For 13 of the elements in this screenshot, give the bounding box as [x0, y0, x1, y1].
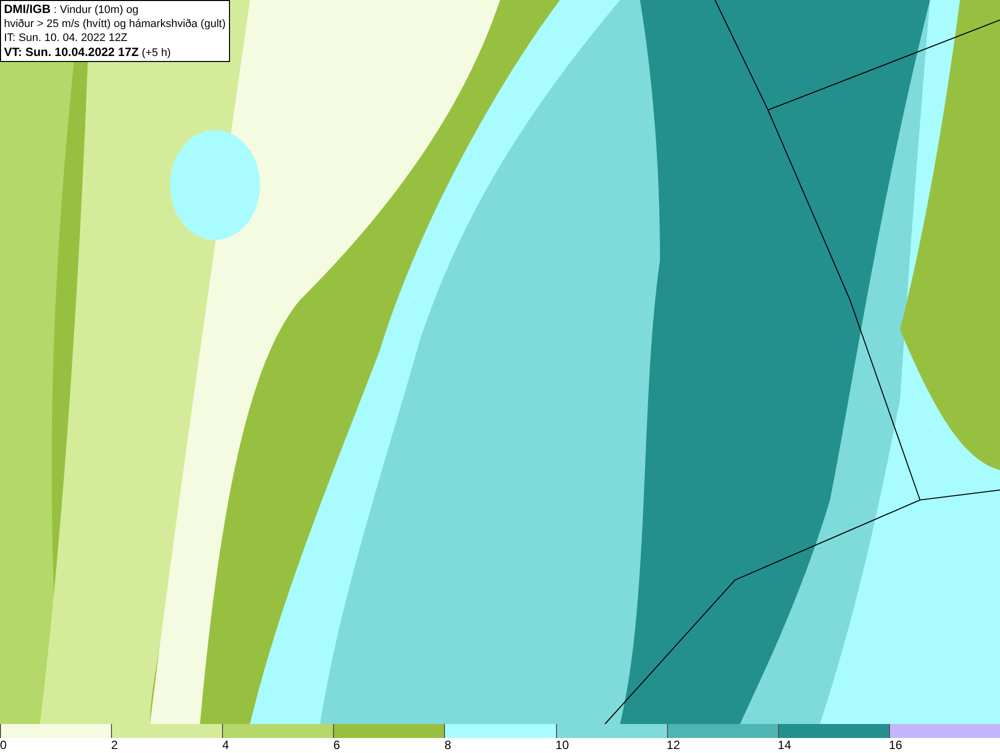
- caption-line: IT: Sun. 10. 04. 2022 12Z: [4, 31, 129, 45]
- legend-label: 4: [222, 738, 229, 753]
- caption-line: DMI/IGB : Vindur (10m) og: [4, 2, 140, 17]
- caption-line: hviður > 25 m/s (hvítt) og hámarkshviða (gult): [4, 17, 226, 31]
- caption-line: VT: Sun. 10.04.2022 17Z (+5 h): [4, 45, 172, 60]
- legend-label: 14: [778, 738, 792, 753]
- legend-label: 10: [556, 738, 569, 753]
- legend-label: 2: [111, 738, 118, 753]
- legend-label: 0: [0, 738, 7, 753]
- legend-label: 6: [333, 738, 340, 753]
- legend-label: 16: [888, 738, 902, 753]
- legend-label: 12: [666, 738, 680, 753]
- legend-label: 8: [444, 738, 452, 753]
